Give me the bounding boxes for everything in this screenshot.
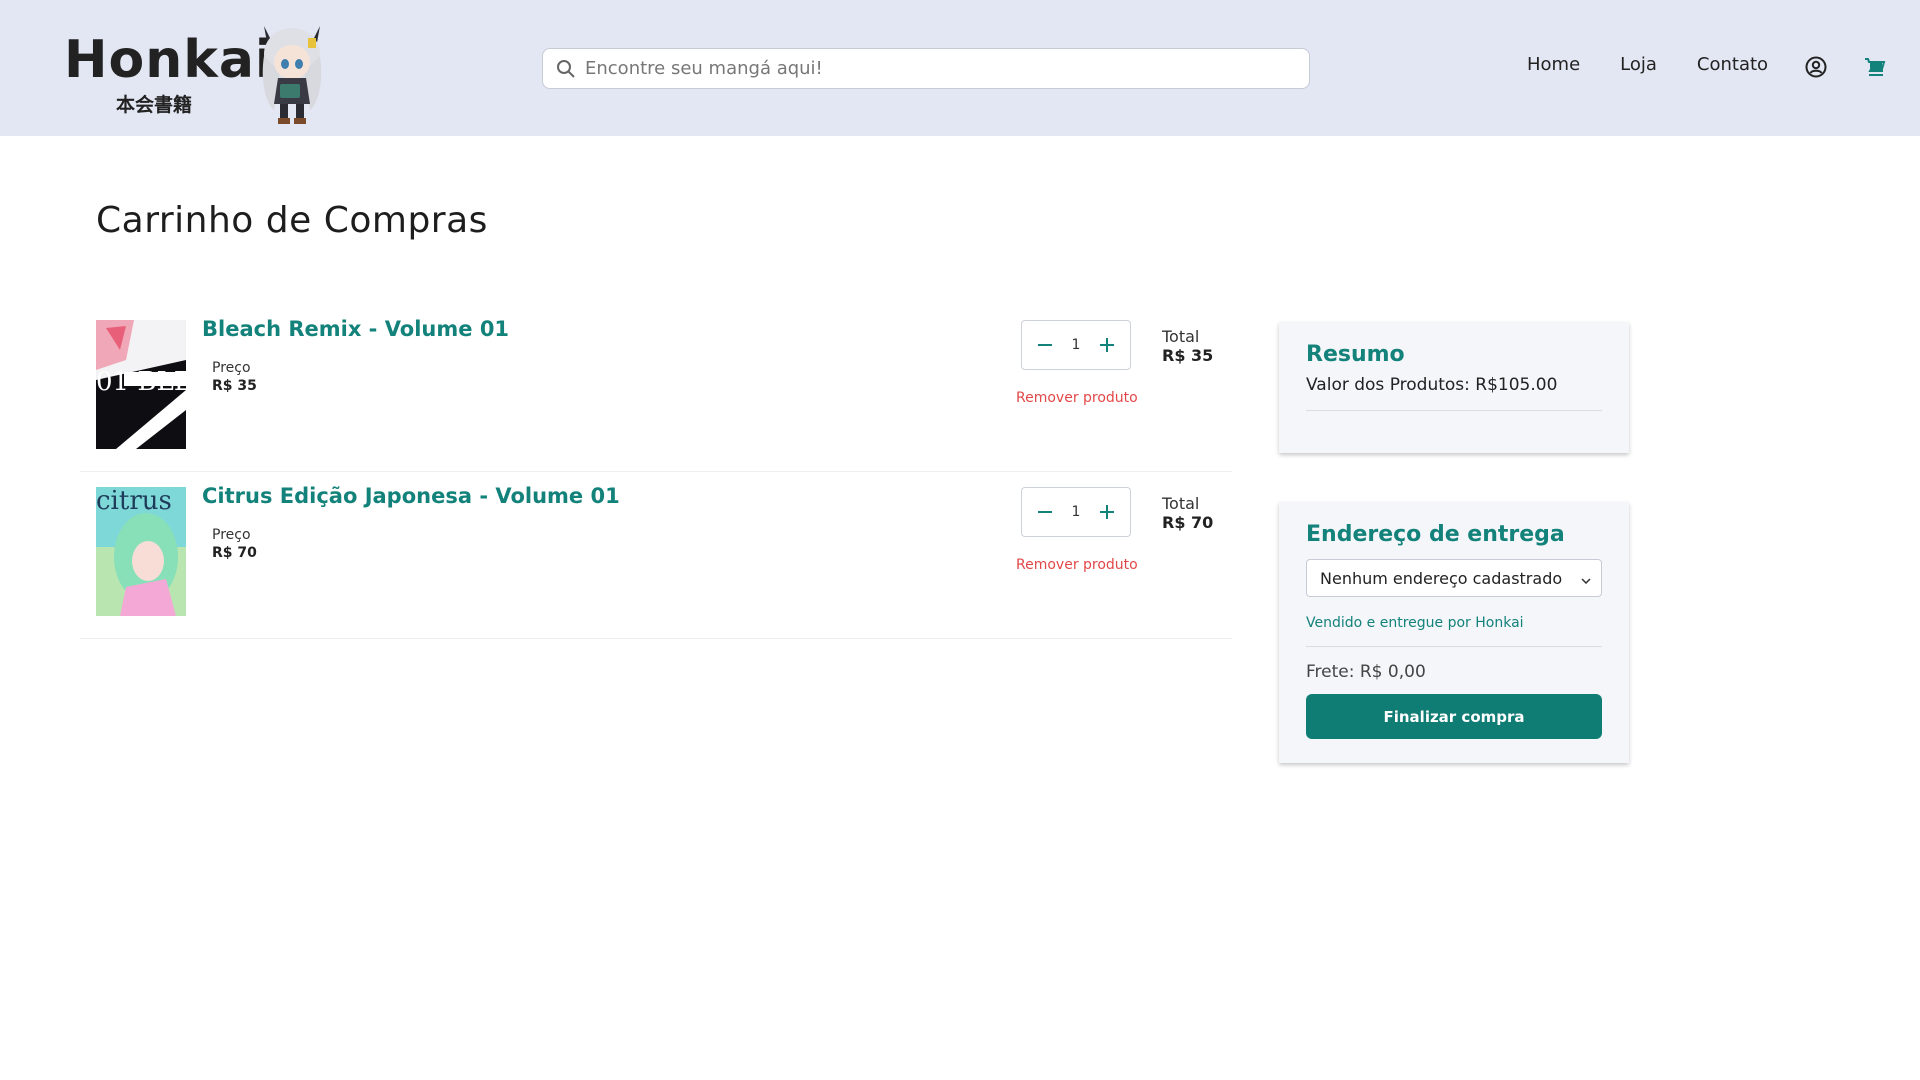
- summary-title: Resumo: [1306, 342, 1405, 367]
- shipping-panel: Endereço de entrega Nenhum endereço cada…: [1279, 502, 1629, 763]
- product-title-link[interactable]: Citrus Edição Japonesa - Volume 01: [202, 484, 620, 508]
- cart-item: citrus Citrus Edição Japonesa - Volume 0…: [80, 472, 1232, 639]
- logo-subtitle: 本会書籍: [116, 94, 193, 116]
- account-icon[interactable]: [1803, 54, 1829, 80]
- decrease-quantity-button[interactable]: [1032, 332, 1058, 358]
- search-bar[interactable]: [542, 48, 1310, 89]
- sold-by-text: Vendido e entregue por Honkai: [1306, 615, 1524, 631]
- cover-title: citrus: [96, 487, 172, 516]
- products-value: Valor dos Produtos: R$105.00: [1306, 375, 1558, 395]
- quantity-value[interactable]: 1: [1072, 504, 1081, 520]
- quantity-value[interactable]: 1: [1072, 337, 1081, 353]
- address-select-value: Nenhum endereço cadastrado: [1320, 568, 1563, 588]
- decrease-quantity-button[interactable]: [1032, 499, 1058, 525]
- cart-list: 01 BLEACH Bleach Remix - Volume 01 Preço…: [80, 305, 1232, 639]
- cover-title: 01 BLEACH: [96, 367, 186, 397]
- checkout-button[interactable]: Finalizar compra: [1306, 694, 1602, 739]
- price-value: R$ 35: [212, 378, 257, 394]
- freight-value: Frete: R$ 0,00: [1306, 662, 1426, 682]
- total-label: Total: [1162, 494, 1200, 513]
- price-label: Preço: [212, 360, 251, 376]
- increase-quantity-button[interactable]: [1094, 332, 1120, 358]
- cart-item: 01 BLEACH Bleach Remix - Volume 01 Preço…: [80, 305, 1232, 472]
- chevron-down-icon: [1581, 569, 1591, 588]
- remove-product-link[interactable]: Remover produto: [1016, 557, 1138, 573]
- product-cover-image[interactable]: 01 BLEACH: [96, 320, 186, 449]
- summary-panel: Resumo Valor dos Produtos: R$105.00: [1279, 322, 1629, 453]
- quantity-stepper: 1: [1021, 320, 1131, 370]
- quantity-stepper: 1: [1021, 487, 1131, 537]
- product-cover-image[interactable]: citrus: [96, 487, 186, 616]
- logo[interactable]: Honkai 本会書籍: [64, 12, 334, 130]
- price-value: R$ 70: [212, 545, 257, 561]
- total-value: R$ 70: [1162, 513, 1214, 532]
- search-icon: [555, 58, 577, 80]
- search-input[interactable]: [585, 58, 1309, 79]
- logo-text: Honkai: [64, 30, 274, 90]
- main-nav: Home Loja Contato: [1527, 54, 1808, 75]
- address-select[interactable]: Nenhum endereço cadastrado: [1306, 559, 1602, 597]
- total-label: Total: [1162, 327, 1200, 346]
- nav-home-link[interactable]: Home: [1527, 54, 1580, 75]
- total-value: R$ 35: [1162, 346, 1214, 365]
- header: Honkai 本会書籍 Home: [0, 0, 1920, 136]
- cart-icon[interactable]: [1862, 55, 1888, 81]
- nav-loja-link[interactable]: Loja: [1620, 54, 1657, 75]
- increase-quantity-button[interactable]: [1094, 499, 1120, 525]
- product-title-link[interactable]: Bleach Remix - Volume 01: [202, 317, 509, 341]
- nav-contato-link[interactable]: Contato: [1697, 54, 1768, 75]
- shipping-title: Endereço de entrega: [1306, 522, 1565, 547]
- mascot-icon: [262, 26, 322, 124]
- divider: [1306, 410, 1602, 411]
- page-title: Carrinho de Compras: [96, 200, 488, 241]
- divider: [1306, 646, 1602, 647]
- remove-product-link[interactable]: Remover produto: [1016, 390, 1138, 406]
- price-label: Preço: [212, 527, 251, 543]
